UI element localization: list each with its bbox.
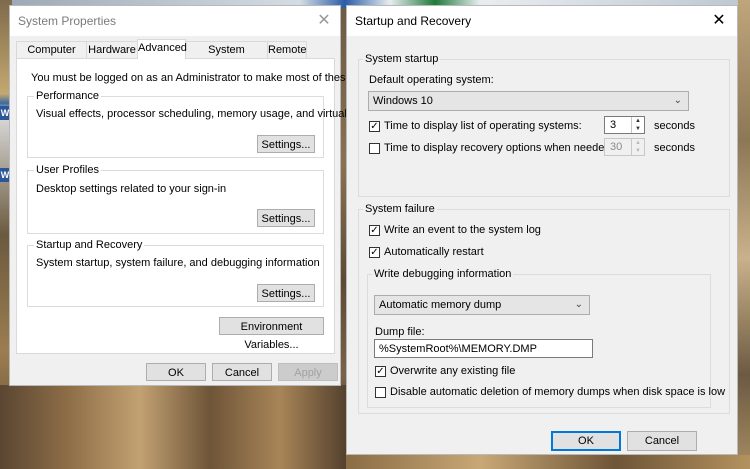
time-list-value: 3 [610,119,617,131]
default-os-select[interactable]: Windows 10 ⌄ [368,91,689,111]
desktop-right-strip [738,0,750,469]
tab-system-protection[interactable]: System Protection [185,41,268,72]
window-title: System Properties [18,14,117,28]
default-os-value: Windows 10 [373,95,433,107]
chevron-down-icon: ⌄ [574,299,583,310]
cancel-button[interactable]: Cancel [627,431,697,451]
debug-type-select[interactable]: Automatic memory dump ⌄ [374,295,590,315]
performance-label: Performance [34,90,101,102]
title-bar: Startup and Recovery ✕ [347,6,737,36]
system-properties-window: System Properties ✕ Computer Name Hardwa… [9,5,399,386]
close-icon[interactable]: ✕ [709,11,729,31]
seconds-label: seconds [654,142,695,154]
ok-button[interactable]: OK [146,363,206,381]
admin-note: You must be logged on as an Administrato… [31,72,400,84]
dump-file-input[interactable]: %SystemRoot%\MEMORY.DMP [374,339,593,358]
tab-hardware[interactable]: Hardware [86,41,138,58]
write-event-label: Write an event to the system log [384,224,541,236]
seconds-label: seconds [654,120,695,132]
ok-button[interactable]: OK [551,431,621,451]
spin-arrows-icon[interactable]: ▲ ▼ [631,117,644,133]
performance-description: Visual effects, processor scheduling, me… [36,108,390,120]
time-list-checkbox[interactable] [369,121,380,132]
startup-recovery-settings-button[interactable]: Settings... [257,284,315,302]
tab-advanced[interactable]: Advanced [137,39,187,59]
debugging-info-group: Write debugging information Automatic me… [367,268,725,408]
performance-settings-button[interactable]: Settings... [257,135,315,153]
startup-recovery-group: Startup and Recovery System startup, sys… [27,239,324,307]
time-recovery-checkbox[interactable] [369,143,380,154]
dump-file-label: Dump file: [375,326,425,338]
time-recovery-spinner[interactable]: 30 ▲ ▼ [604,138,645,156]
cancel-button[interactable]: Cancel [212,363,272,381]
default-os-label: Default operating system: [369,74,494,86]
title-bar: System Properties ✕ [10,6,340,36]
user-profiles-settings-button[interactable]: Settings... [257,209,315,227]
auto-restart-label: Automatically restart [384,246,484,258]
debugging-info-label: Write debugging information [372,268,514,280]
performance-group: Performance Visual effects, processor sc… [27,90,390,158]
write-event-checkbox[interactable] [369,225,380,236]
environment-variables-button[interactable]: Environment Variables... [219,317,324,351]
close-icon[interactable]: ✕ [314,11,334,31]
tab-computer-name[interactable]: Computer Name [16,41,87,72]
desktop-bottom-area [0,385,350,469]
dump-file-value: %SystemRoot%\MEMORY.DMP [379,343,537,355]
dialog-title: Startup and Recovery [355,14,472,28]
time-recovery-value: 30 [610,141,623,153]
user-profiles-description: Desktop settings related to your sign-in [36,183,227,195]
system-startup-group: System startup Default operating system:… [358,53,730,197]
overwrite-label: Overwrite any existing file [390,365,516,377]
spin-arrows-icon[interactable]: ▲ ▼ [631,139,644,155]
time-recovery-label: Time to display recovery options when ne… [384,142,614,154]
disable-delete-label: Disable automatic deletion of memory dum… [390,386,726,398]
desktop-bottom-strip [346,455,750,469]
system-startup-label: System startup [363,53,441,65]
chevron-down-icon: ⌄ [673,95,682,106]
time-list-label: Time to display list of operating system… [384,120,582,132]
system-failure-group: System failure Write an event to the sys… [358,203,730,414]
debug-type-value: Automatic memory dump [379,299,502,311]
apply-button[interactable]: Apply [278,363,338,381]
disable-delete-checkbox[interactable] [375,387,386,398]
advanced-tab-panel: You must be logged on as an Administrato… [16,58,399,354]
startup-recovery-dialog: Startup and Recovery ✕ System startup De… [346,5,738,455]
startup-recovery-description: System startup, system failure, and debu… [36,257,320,269]
overwrite-checkbox[interactable] [375,366,386,377]
user-profiles-label: User Profiles [34,164,101,176]
time-list-spinner[interactable]: 3 ▲ ▼ [604,116,645,134]
user-profiles-group: User Profiles Desktop settings related t… [27,164,324,234]
auto-restart-checkbox[interactable] [369,247,380,258]
tab-remote[interactable]: Remote [267,41,307,58]
startup-recovery-label: Startup and Recovery [34,239,145,251]
system-failure-label: System failure [363,203,437,215]
